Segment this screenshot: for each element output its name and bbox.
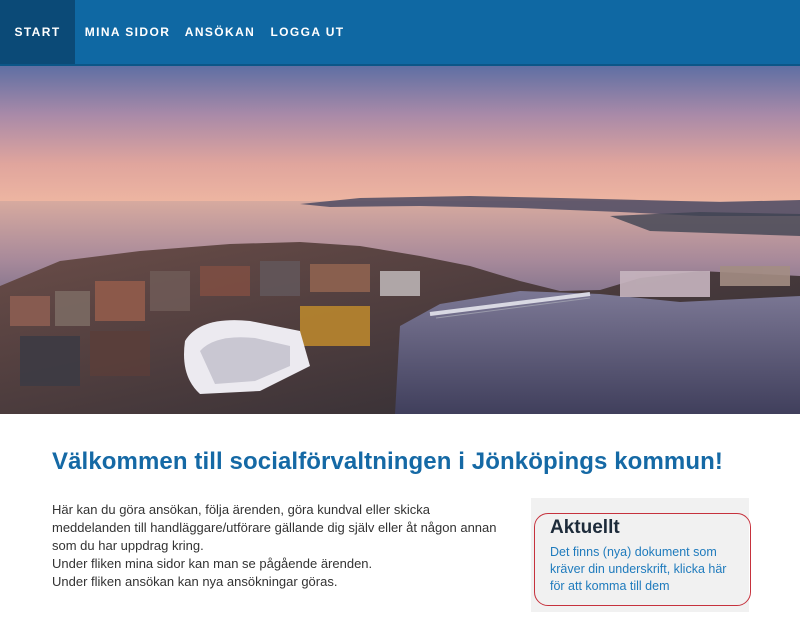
page-title: Välkommen till socialförvaltningen i Jön… (52, 448, 723, 475)
intro-paragraph: Här kan du göra ansökan, följa ärenden, … (52, 502, 497, 553)
aktuellt-box: Aktuellt Det finns (nya) dokument som kr… (534, 513, 751, 606)
aktuellt-heading: Aktuellt (550, 517, 620, 538)
nav-logga-ut[interactable]: LOGGA UT (260, 0, 355, 64)
nav-start[interactable]: START (0, 0, 75, 64)
hero-image (0, 66, 800, 414)
sign-documents-link[interactable]: Det finns (nya) dokument som kräver din … (550, 544, 740, 595)
intro-mina-sidor-info: Under fliken mina sidor kan man se pågåe… (52, 556, 373, 571)
nav-mina-sidor[interactable]: MINA SIDOR (75, 0, 180, 64)
city-waterfront-photo (0, 66, 800, 414)
top-navigation: START MINA SIDOR ANSÖKAN LOGGA UT (0, 0, 800, 66)
intro-ansokan-info: Under fliken ansökan kan nya ansökningar… (52, 574, 338, 589)
nav-ansokan[interactable]: ANSÖKAN (180, 0, 260, 64)
intro-text: Här kan du göra ansökan, följa ärenden, … (52, 501, 512, 591)
